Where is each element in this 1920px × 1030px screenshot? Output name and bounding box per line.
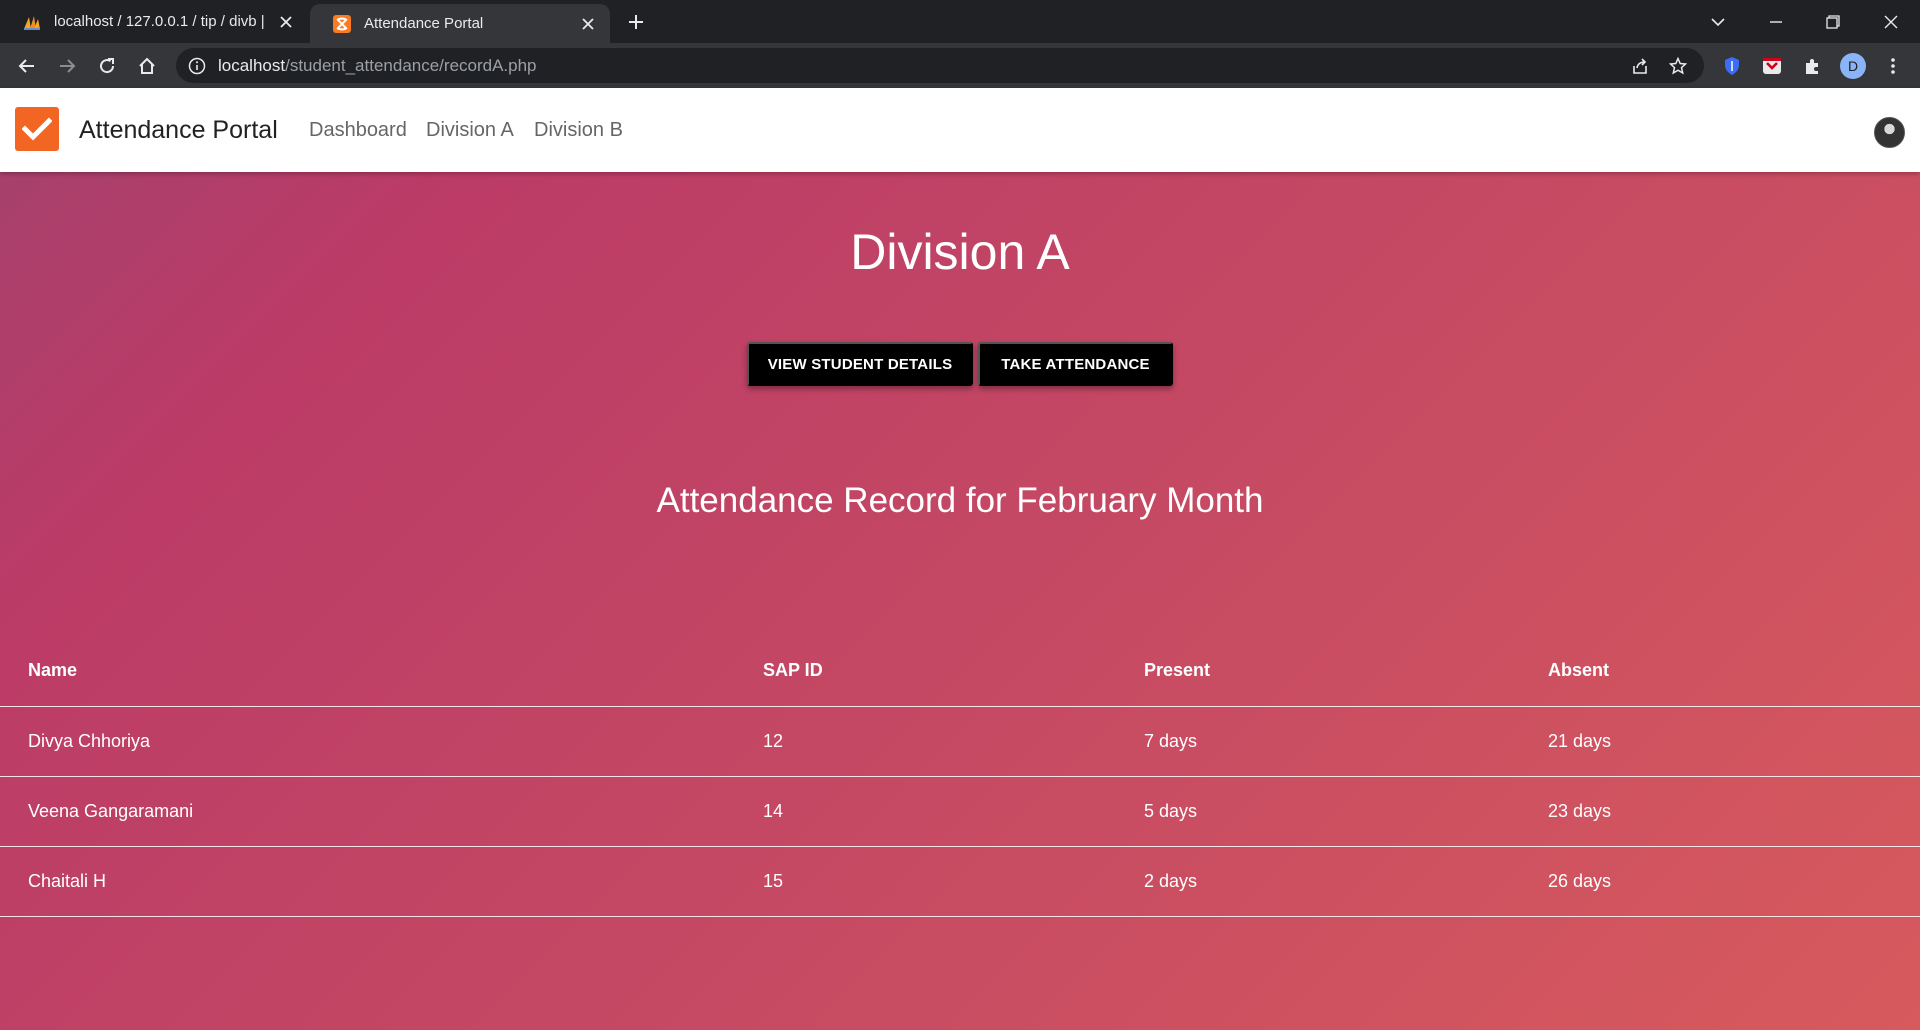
cell-name: Veena Gangaramani: [0, 776, 735, 847]
shield-extension-icon[interactable]: [1719, 53, 1745, 79]
restore-icon[interactable]: [1819, 8, 1847, 36]
cell-absent: 26 days: [1520, 846, 1920, 917]
cell-present: 2 days: [1116, 846, 1520, 917]
xampp-icon: [333, 14, 351, 33]
browser-menu-icon[interactable]: [1880, 53, 1906, 79]
pocket-extension-icon[interactable]: [1759, 53, 1785, 79]
url-host: localhost: [218, 55, 286, 75]
view-student-details-button[interactable]: VIEW STUDENT DETAILS: [747, 342, 973, 386]
browser-tab-strip: localhost / 127.0.0.1 / tip / divb | Att…: [0, 0, 1920, 43]
brand-name[interactable]: Attendance Portal: [79, 116, 278, 145]
cell-absent: 21 days: [1520, 706, 1920, 777]
bookmark-star-icon[interactable]: [1666, 54, 1690, 78]
phpmyadmin-icon: [24, 15, 40, 30]
share-icon[interactable]: [1628, 54, 1652, 78]
cell-present: 7 days: [1116, 706, 1520, 777]
new-tab-icon[interactable]: [624, 10, 648, 34]
cell-absent: 23 days: [1520, 776, 1920, 847]
nav-link-dashboard[interactable]: Dashboard: [309, 119, 407, 142]
address-bar[interactable]: localhost/student_attendance/recordA.php: [176, 48, 1704, 83]
take-attendance-button[interactable]: TAKE ATTENDANCE: [978, 342, 1173, 386]
page-content: Attendance Portal Dashboard Division A D…: [0, 88, 1920, 1030]
url-path: /student_attendance/recordA.php: [285, 55, 537, 75]
cell-sap-id: 12: [735, 706, 1116, 777]
nav-link-division-b[interactable]: Division B: [534, 119, 623, 142]
page-title: Division A: [850, 224, 1070, 280]
tab-attendance-portal[interactable]: Attendance Portal: [310, 4, 610, 43]
table-row: Veena Gangaramani 14 5 days 23 days: [0, 776, 1920, 847]
cell-name: Divya Chhoriya: [0, 706, 735, 777]
attendance-table: Name SAP ID Present Absent Divya Chhoriy…: [0, 636, 1920, 917]
tab-search-chevron-icon[interactable]: [1704, 8, 1732, 36]
table-row: Divya Chhoriya 12 7 days 21 days: [0, 706, 1920, 777]
window-close-icon[interactable]: [1877, 8, 1905, 36]
cell-present: 5 days: [1116, 776, 1520, 847]
home-icon[interactable]: [134, 53, 160, 79]
cell-sap-id: 15: [735, 846, 1116, 917]
tab-phpmyadmin[interactable]: localhost / 127.0.0.1 / tip / divb |: [0, 0, 308, 43]
reload-icon[interactable]: [94, 53, 120, 79]
tab-close-icon[interactable]: [578, 14, 598, 34]
column-header-present: Present: [1116, 636, 1520, 707]
tab-title: localhost / 127.0.0.1 / tip / divb |: [54, 13, 265, 30]
user-avatar[interactable]: [1874, 117, 1905, 148]
cell-name: Chaitali H: [0, 846, 735, 917]
table-header-row: Name SAP ID Present Absent: [0, 636, 1920, 707]
cell-sap-id: 14: [735, 776, 1116, 847]
site-info-icon[interactable]: [188, 57, 206, 75]
tab-title: Attendance Portal: [364, 15, 484, 32]
checkmark-logo-icon[interactable]: [15, 107, 59, 151]
back-arrow-icon[interactable]: [14, 53, 40, 79]
top-navbar: Attendance Portal Dashboard Division A D…: [0, 88, 1920, 172]
forward-arrow-icon[interactable]: [54, 53, 80, 79]
browser-toolbar: localhost/student_attendance/recordA.php…: [0, 43, 1920, 88]
table-row: Chaitali H 15 2 days 26 days: [0, 846, 1920, 917]
browser-profile-avatar[interactable]: D: [1840, 53, 1866, 79]
column-header-name: Name: [0, 636, 735, 707]
record-title: Attendance Record for February Month: [656, 481, 1264, 520]
minimize-icon[interactable]: [1762, 8, 1790, 36]
nav-link-division-a[interactable]: Division A: [426, 119, 514, 142]
extensions-puzzle-icon[interactable]: [1799, 53, 1825, 79]
column-header-sap-id: SAP ID: [735, 636, 1116, 707]
column-header-absent: Absent: [1520, 636, 1920, 707]
url-text[interactable]: localhost/student_attendance/recordA.php: [218, 56, 537, 76]
tab-close-icon[interactable]: [276, 12, 296, 32]
